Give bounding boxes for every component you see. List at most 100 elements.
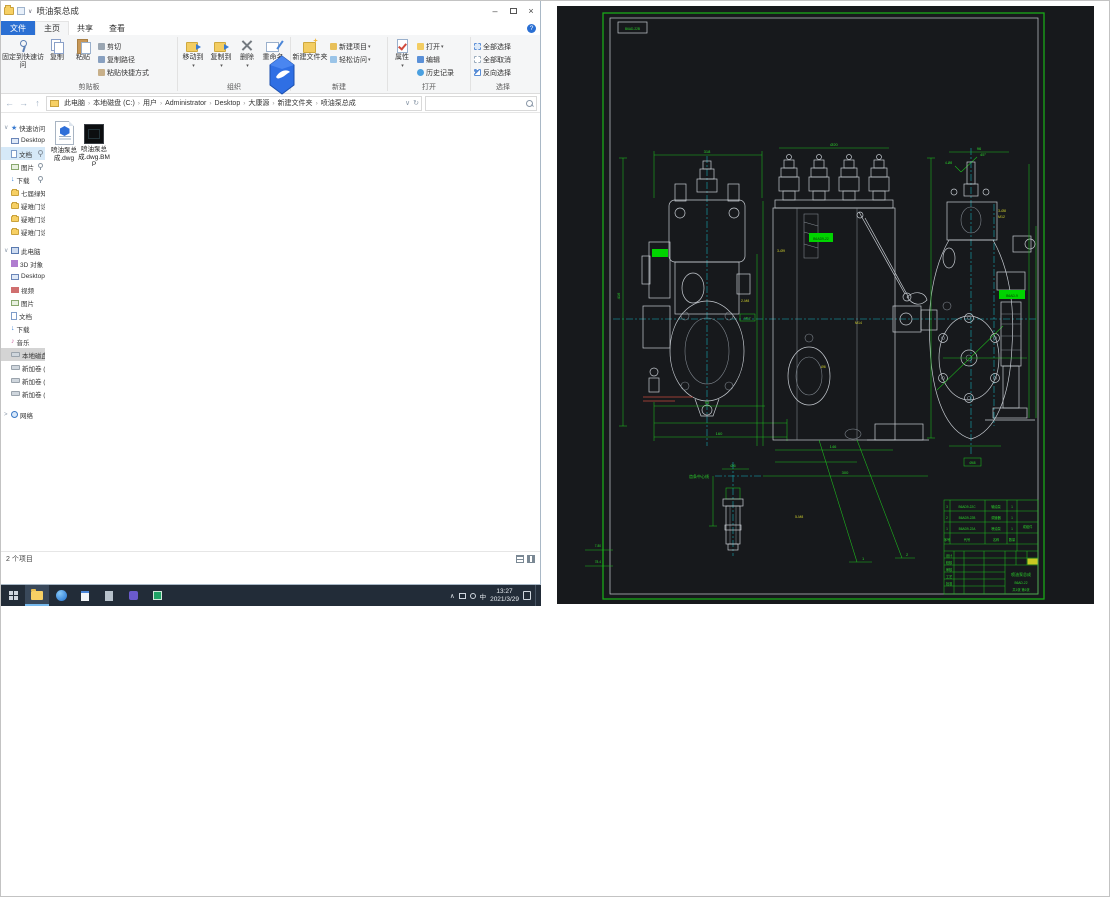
maximize-button[interactable] [504,1,522,21]
breadcrumb-users[interactable]: 用户 [141,98,159,108]
copy-button[interactable]: 复制 [44,36,70,83]
svg-text:M12: M12 [998,215,1005,219]
select-all-button[interactable]: 全部选择 [472,40,511,53]
address-dropdown-icon[interactable]: ∨ [405,99,410,107]
select-none-button[interactable]: 全部取消 [472,53,511,66]
sidebar-item-disk-e[interactable]: 新加卷 (E:) [1,374,45,387]
cut-button[interactable]: 剪切 [96,40,149,53]
new-folder-button[interactable]: 新建文件夹 [292,36,328,83]
tab-view[interactable]: 查看 [101,21,133,35]
taskbar-green-app[interactable] [145,585,169,606]
easy-access-button[interactable]: 轻松访问 ▾ [328,53,371,66]
sidebar-item-documents-2[interactable]: 文档 [1,309,45,322]
clock-time: 13:27 [496,587,513,595]
customize-quick-access-icon[interactable]: ∨ [28,8,32,15]
tab-file[interactable]: 文件 [1,21,35,35]
taskbar-document-app[interactable] [73,585,97,606]
breadcrumb-disk-c[interactable]: 本地磁盘 (C:) [91,98,137,108]
file-list: 喷油泵总成.dwg 喷油泵总成.dwg.BMP [45,113,540,551]
sidebar-item-folder-3[interactable]: 疑难门诊系列 [1,212,45,225]
delete-button[interactable]: 删除 ▾ [235,36,259,83]
search-icon [526,99,533,107]
sidebar-item-disk-d[interactable]: 新加卷 (D:) [1,361,45,374]
forward-button[interactable]: → [18,98,29,108]
quick-access-header[interactable]: ∨ ★ 快速访问 [1,121,45,134]
ribbon-group-new: 新建文件夹 新建项目 ▾ 轻松访问 ▾ 新建 [291,35,387,93]
tray-chevron-icon[interactable]: ∧ [450,592,455,600]
taskbar-clock[interactable]: 13:27 2021/3/29 [490,588,519,604]
tab-share[interactable]: 共享 [69,21,101,35]
tray-network-icon[interactable] [469,592,476,599]
svg-text:4-Ø8: 4-Ø8 [945,161,952,165]
sidebar-item-videos[interactable]: 视频 [1,283,45,296]
show-desktop-button[interactable] [535,585,539,606]
ribbon-group-clipboard: 固定到快速访问 复制 粘贴 剪切 复制路径 粘贴快捷方式 剪贴板 [1,35,177,93]
minimize-button[interactable]: – [486,1,504,21]
invert-selection-button[interactable]: 反向选择 [472,66,511,79]
easy-access-icon [330,56,337,63]
svg-text:3-Ø9: 3-Ø9 [777,249,785,253]
search-input[interactable] [429,99,526,107]
taskbar-file-explorer[interactable] [25,585,49,606]
file-dwg[interactable]: 喷油泵总成.dwg [47,121,81,162]
sidebar-item-pictures-2[interactable]: 图片 [1,296,45,309]
sidebar-item-desktop-2[interactable]: Desktop [1,270,45,283]
svg-text:78.4: 78.4 [595,560,601,564]
breadcrumb-desktop[interactable]: Desktop [213,100,243,107]
taskbar-browser[interactable] [49,585,73,606]
breadcrumb[interactable]: 此电脑 › 本地磁盘 (C:) › 用户 › Administrator › Deskt… [46,95,422,111]
breadcrumb-this-pc[interactable]: 此电脑 [62,98,87,108]
drive-icon [11,391,20,396]
sidebar-item-downloads-2[interactable]: ↓ 下载 [1,322,45,335]
properties-button[interactable]: 属性 ▾ [389,36,415,83]
breadcrumb-new-folder[interactable]: 新建文件夹 [276,98,315,108]
history-button[interactable]: 历史记录 [415,66,454,79]
this-pc-header[interactable]: ∨ 此电脑 [1,244,45,257]
copy-to-button[interactable]: 复制到 ▾ [207,36,235,83]
open-button[interactable]: 打开 ▾ [415,40,454,53]
ime-indicator[interactable]: 中 [480,591,487,601]
close-button[interactable]: × [522,1,540,21]
tray-display-icon[interactable] [458,592,466,599]
up-button[interactable]: ↑ [32,98,43,108]
bmp-thumbnail [84,124,104,144]
sidebar-item-network[interactable]: > 网络 [1,408,45,421]
refresh-icon[interactable]: ↻ [413,99,419,107]
move-to-button[interactable]: 移动到 ▾ [179,36,207,83]
sidebar-item-folder-4[interactable]: 疑难门诊汇总资料 [1,225,45,238]
sidebar-item-folder-1[interactable]: 七届绿知会文件申报 [1,186,45,199]
notification-center-icon[interactable] [523,591,531,600]
breadcrumb-folder[interactable]: 大康源 [246,98,271,108]
quick-access-toolbar-icon[interactable] [17,7,25,15]
paste-button[interactable]: 粘贴 [70,36,96,83]
sidebar-item-pictures[interactable]: 图片 [1,160,45,173]
picture-icon [11,163,19,170]
sidebar-item-disk-f[interactable]: 新加卷 (F:) [1,387,45,400]
search-box[interactable] [425,95,537,111]
svg-text:Ø20: Ø20 [830,142,838,147]
breadcrumb-administrator[interactable]: Administrator [163,100,208,107]
sidebar-item-documents[interactable]: 文档 [1,147,45,160]
sidebar-item-3d-objects[interactable]: 3D 对象 [1,257,45,270]
new-item-button[interactable]: 新建项目 ▾ [328,40,371,53]
sidebar-item-disk-c[interactable]: 本地磁盘 (C:) [1,348,45,361]
details-view-icon[interactable] [516,554,524,563]
copy-path-button[interactable]: 复制路径 [96,53,149,66]
paste-shortcut-button[interactable]: 粘贴快捷方式 [96,66,149,79]
sidebar-item-music[interactable]: ♪ 音乐 [1,335,45,348]
pin-to-quick-access-button[interactable]: 固定到快速访问 [2,36,44,83]
sidebar-item-downloads[interactable]: ↓ 下载 [1,173,45,186]
thumbnail-view-icon[interactable] [527,554,535,563]
3d-objects-icon [11,260,18,267]
taskbar-purple-app[interactable] [121,585,145,606]
breadcrumb-current[interactable]: 喷油泵总成 [319,98,358,108]
file-bmp[interactable]: 喷油泵总成.dwg.BMP [77,124,111,169]
help-icon[interactable]: ? [527,23,536,33]
tab-home[interactable]: 主页 [35,21,69,35]
sidebar-item-desktop[interactable]: Desktop [1,134,45,147]
start-button[interactable] [1,585,25,606]
edit-button[interactable]: 编辑 [415,53,454,66]
back-button[interactable]: ← [4,98,15,108]
sidebar-item-folder-2[interactable]: 疑难门诊资料 [1,199,45,212]
taskbar-notes-app[interactable] [97,585,121,606]
